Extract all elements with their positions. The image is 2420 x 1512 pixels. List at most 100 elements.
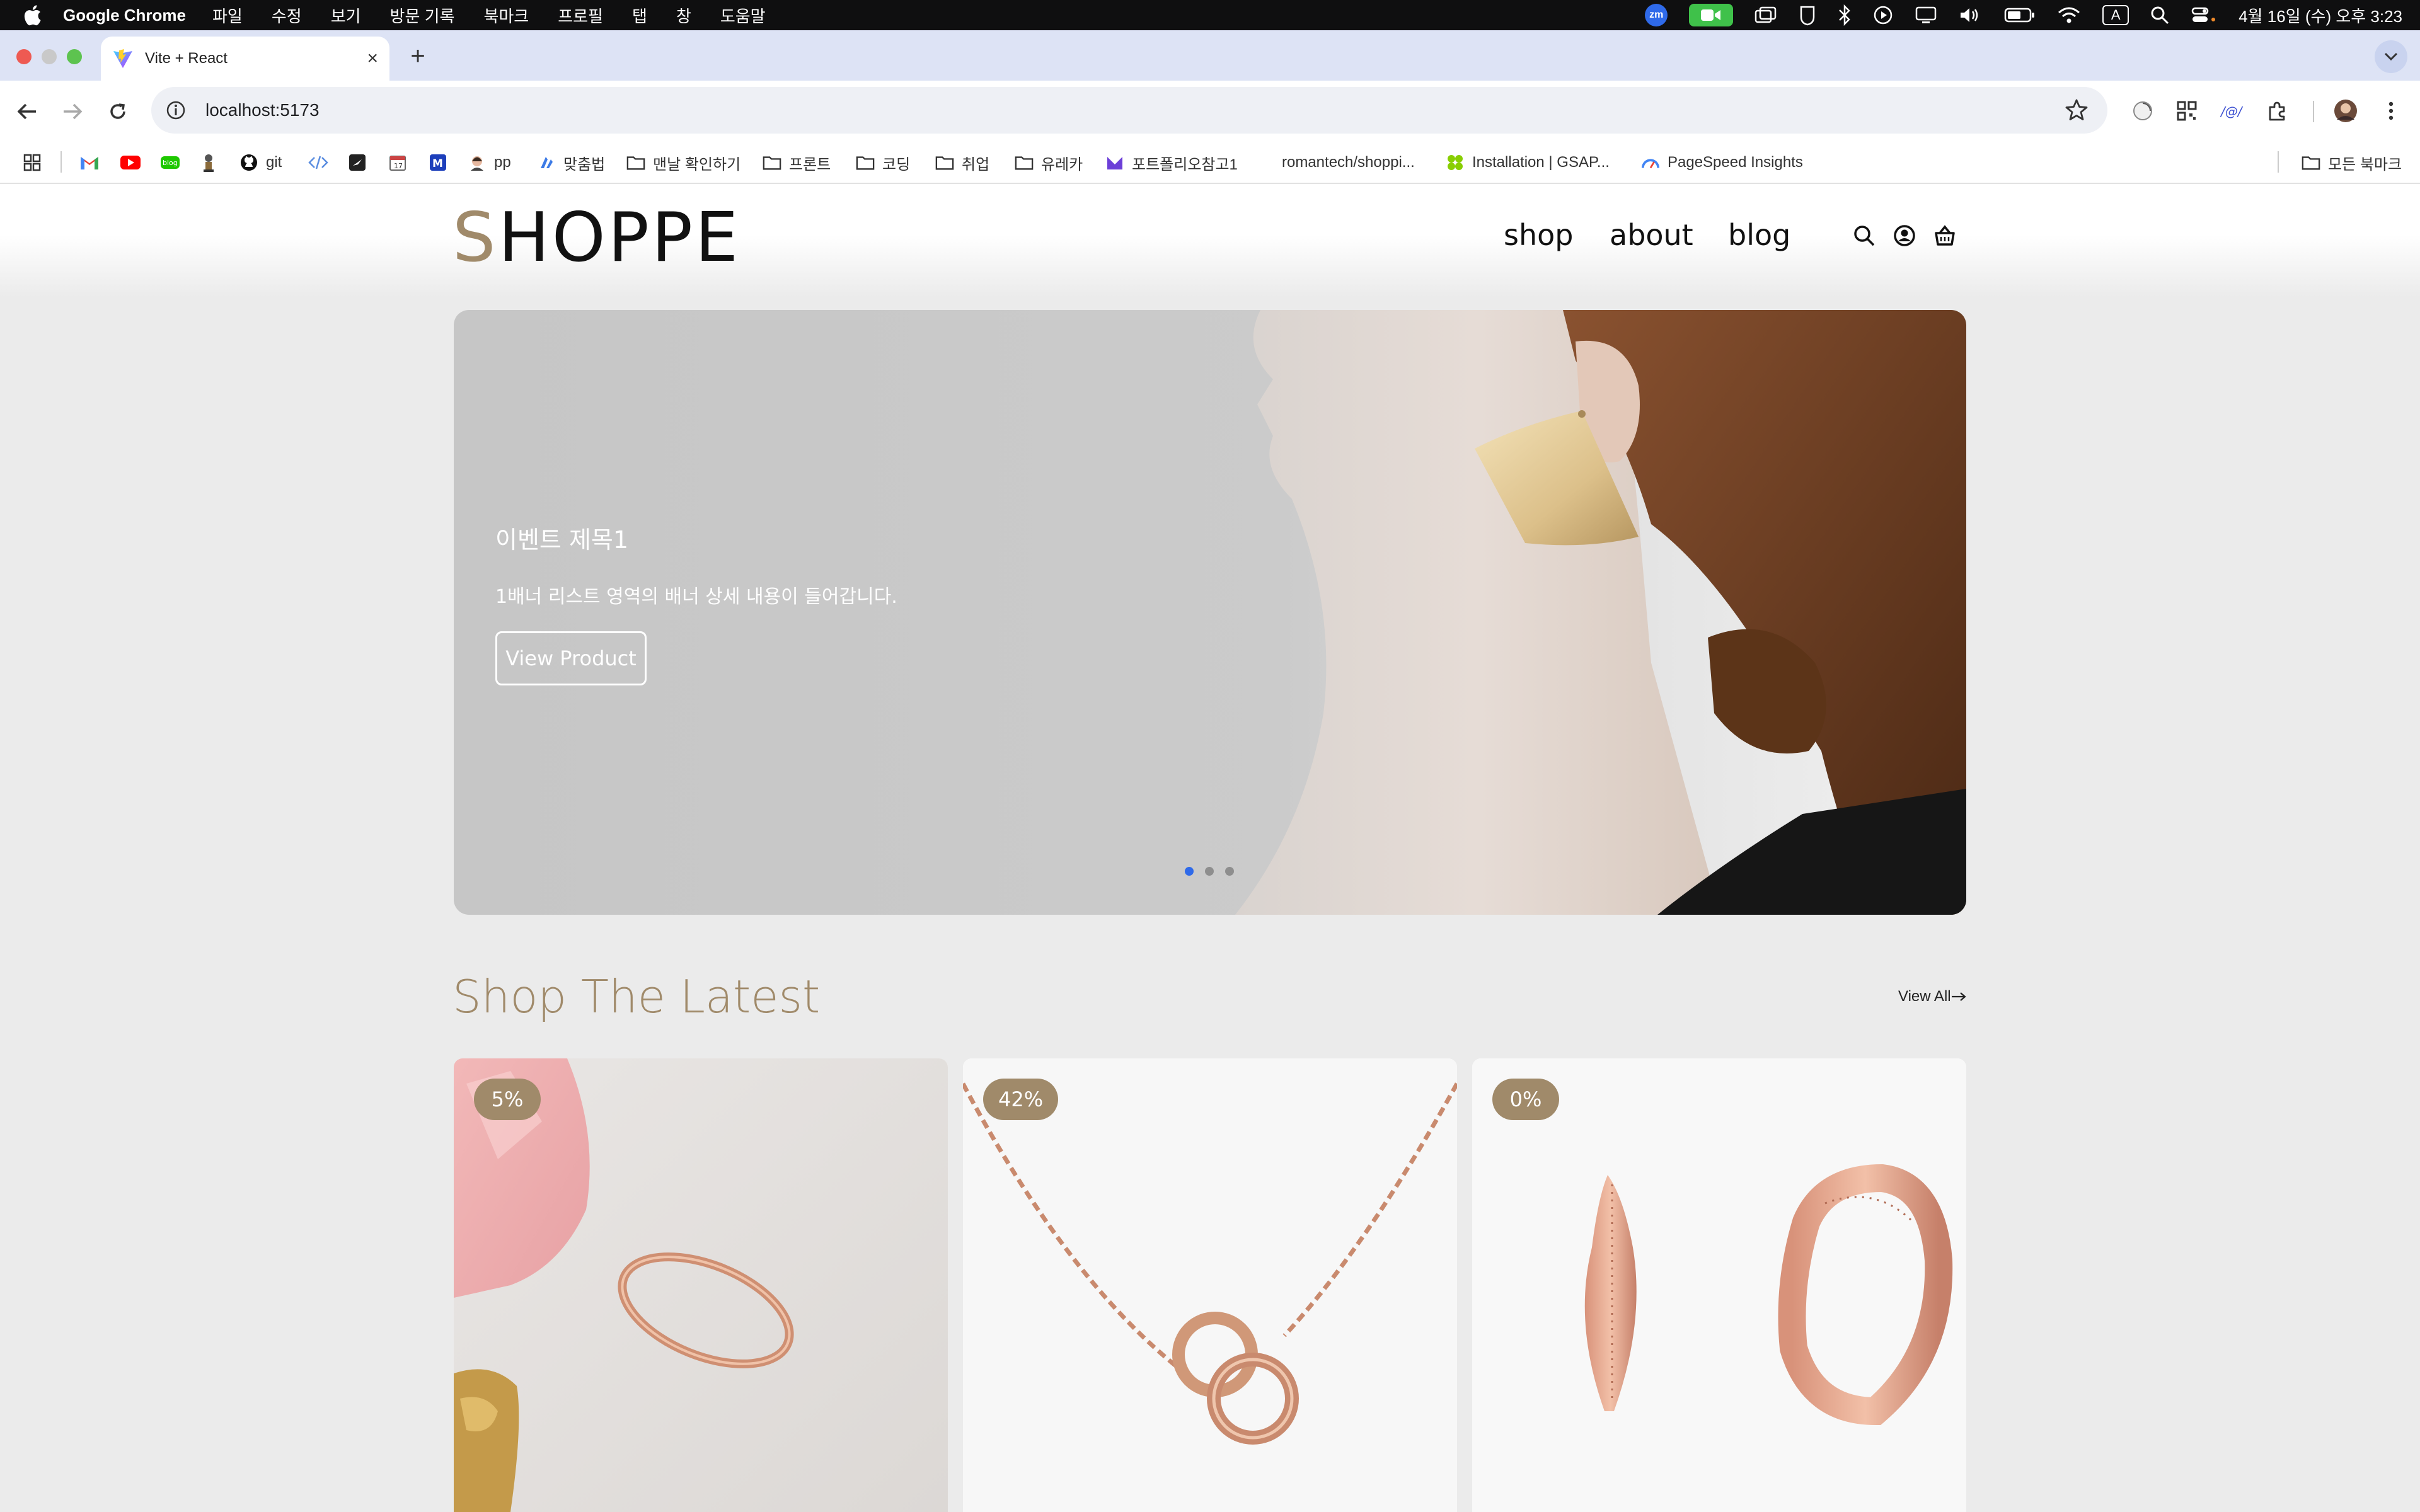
minimize-window-button[interactable] xyxy=(42,49,57,64)
browser-tab-active[interactable]: Vite + React × xyxy=(101,37,389,81)
nav-blog-link[interactable]: blog xyxy=(1728,218,1790,252)
battery-icon[interactable] xyxy=(2004,0,2036,30)
carousel-dot-1[interactable] xyxy=(1185,867,1194,876)
product-card[interactable]: 0% xyxy=(1472,1058,1966,1512)
browser-toolbar: localhost:5173 /@/ xyxy=(0,81,2420,141)
devtools-bookmark-icon[interactable] xyxy=(308,150,329,175)
menu-app-name[interactable]: Google Chrome xyxy=(63,6,186,25)
site-info-icon[interactable] xyxy=(165,100,187,121)
forward-button[interactable] xyxy=(55,94,89,129)
profile-avatar[interactable] xyxy=(2332,97,2360,125)
status-area: zm A 4월 16일 (수) 오후 3:23 xyxy=(1623,0,2402,30)
carousel-dot-2[interactable] xyxy=(1205,867,1214,876)
banner-model-image xyxy=(1235,310,1966,915)
window-stack-icon[interactable] xyxy=(1754,0,1777,30)
facetime-icon[interactable] xyxy=(1689,0,1734,30)
bookmark-pagespeed[interactable]: PageSpeed Insights xyxy=(1641,150,1803,175)
github-icon xyxy=(239,153,258,172)
zoom-window-button[interactable] xyxy=(67,49,82,64)
menu-file[interactable]: 파일 xyxy=(212,4,243,27)
toolbar-divider xyxy=(2313,101,2314,122)
calendar-bookmark-icon[interactable]: 17 xyxy=(388,150,407,175)
close-tab-icon[interactable]: × xyxy=(367,48,378,69)
nav-shop-link[interactable]: shop xyxy=(1504,218,1573,252)
necklace-product-image xyxy=(963,1058,1457,1512)
menu-history[interactable]: 방문 기록 xyxy=(390,4,455,27)
volume-icon[interactable] xyxy=(1959,0,1983,30)
blog-bookmark-icon[interactable]: blog xyxy=(160,150,180,175)
menu-bookmarks[interactable]: 북마크 xyxy=(483,4,529,27)
play-status-icon[interactable] xyxy=(1873,0,1893,30)
folder-icon xyxy=(763,153,781,172)
ring-product-image xyxy=(454,1058,948,1512)
menu-edit[interactable]: 수정 xyxy=(272,4,302,27)
banner-description: 1배너 리스트 영역의 배너 상세 내용이 들어갑니다. xyxy=(495,586,897,608)
earrings-product-image xyxy=(1472,1058,1966,1512)
bookmark-folder-jobs[interactable]: 취업 xyxy=(935,150,989,175)
regex-extension-icon[interactable]: /@/ xyxy=(2218,97,2246,125)
input-source-icon[interactable]: A xyxy=(2102,0,2129,30)
menu-help[interactable]: 도움말 xyxy=(720,4,766,27)
gsap-icon xyxy=(1446,153,1465,172)
cart-icon[interactable] xyxy=(1932,223,1957,248)
youtube-bookmark-icon[interactable] xyxy=(120,150,141,175)
vite-favicon-icon xyxy=(113,49,132,68)
bookmark-gsap[interactable]: Installation | GSAP... xyxy=(1446,150,1610,175)
chevron-down-icon xyxy=(2384,52,2398,61)
new-tab-button[interactable]: + xyxy=(402,40,434,72)
spotlight-search-icon[interactable] xyxy=(2150,0,2169,30)
bookmark-folder-eureka[interactable]: 유레카 xyxy=(1015,150,1083,175)
banner-title: 이벤트 제목1 xyxy=(495,526,629,554)
view-product-button[interactable]: View Product xyxy=(495,631,647,685)
bookmark-folder-daily[interactable]: 맨날 확인하기 xyxy=(626,150,740,175)
nav-about-link[interactable]: about xyxy=(1610,218,1693,252)
zeplin-bookmark-icon[interactable] xyxy=(348,150,367,175)
tab-search-button[interactable] xyxy=(2375,40,2407,73)
hero-banner[interactable]: 이벤트 제목1 1배너 리스트 영역의 배너 상세 내용이 들어갑니다. Vie… xyxy=(454,310,1966,915)
qr-code-icon[interactable] xyxy=(2173,97,2201,125)
address-bar[interactable]: localhost:5173 xyxy=(151,87,2107,134)
chrome-menu-icon[interactable] xyxy=(2377,97,2405,125)
bluetooth-icon[interactable] xyxy=(1838,0,1852,30)
back-button[interactable] xyxy=(10,94,44,129)
extensions-puzzle-icon[interactable] xyxy=(2264,97,2291,125)
product-card[interactable]: 5% xyxy=(454,1058,948,1512)
svg-text:/@/: /@/ xyxy=(2220,104,2244,119)
bookmark-all[interactable]: 모든 북마크 xyxy=(2302,150,2402,175)
bookmark-portfolio[interactable]: 포트폴리오참고1 xyxy=(1105,150,1238,175)
medium-bookmark-icon[interactable]: M xyxy=(429,150,447,175)
svg-text:M: M xyxy=(432,158,443,170)
control-center-icon[interactable] xyxy=(2191,0,2216,30)
vpn-icon[interactable] xyxy=(1799,0,1816,30)
menu-view[interactable]: 보기 xyxy=(331,4,361,27)
account-icon[interactable] xyxy=(1892,223,1917,248)
bookmark-git[interactable]: git xyxy=(239,150,282,175)
bookmark-pp[interactable]: pp xyxy=(468,150,511,175)
bookmark-spelling[interactable]: 맞춤법 xyxy=(537,150,605,175)
menu-window[interactable]: 창 xyxy=(676,4,691,27)
bookmark-romantech[interactable]: romantech/shoppi... xyxy=(1282,150,1415,175)
menu-tab[interactable]: 탭 xyxy=(632,4,647,27)
zoom-status-icon[interactable]: zm xyxy=(1645,0,1668,30)
wifi-icon[interactable] xyxy=(2057,0,2081,30)
carousel-dot-3[interactable] xyxy=(1225,867,1234,876)
product-card[interactable]: 42% xyxy=(963,1058,1457,1512)
bookmark-star-icon[interactable] xyxy=(2065,98,2089,122)
trophy-bookmark-icon[interactable] xyxy=(200,150,217,175)
close-window-button[interactable] xyxy=(16,49,32,64)
menu-profiles[interactable]: 프로필 xyxy=(558,4,603,27)
search-icon[interactable] xyxy=(1852,223,1877,248)
menubar-clock[interactable]: 4월 16일 (수) 오후 3:23 xyxy=(2238,4,2402,27)
extension-1-icon[interactable] xyxy=(2129,97,2157,125)
apps-grid-icon[interactable] xyxy=(23,150,42,175)
display-icon[interactable] xyxy=(1915,0,1937,30)
folder-icon xyxy=(1015,153,1034,172)
reload-button[interactable] xyxy=(101,94,135,129)
apple-icon[interactable] xyxy=(23,4,42,26)
gmail-bookmark-icon[interactable] xyxy=(79,150,100,175)
web-page: SHOPPE shop about blog 이벤트 제목1 1배너 리스트 영… xyxy=(0,184,2420,1512)
bookmark-folder-front[interactable]: 프론트 xyxy=(763,150,831,175)
site-logo[interactable]: SHOPPE xyxy=(452,204,740,272)
view-all-link[interactable]: View All xyxy=(1898,988,1966,1005)
bookmark-folder-coding[interactable]: 코딩 xyxy=(856,150,910,175)
